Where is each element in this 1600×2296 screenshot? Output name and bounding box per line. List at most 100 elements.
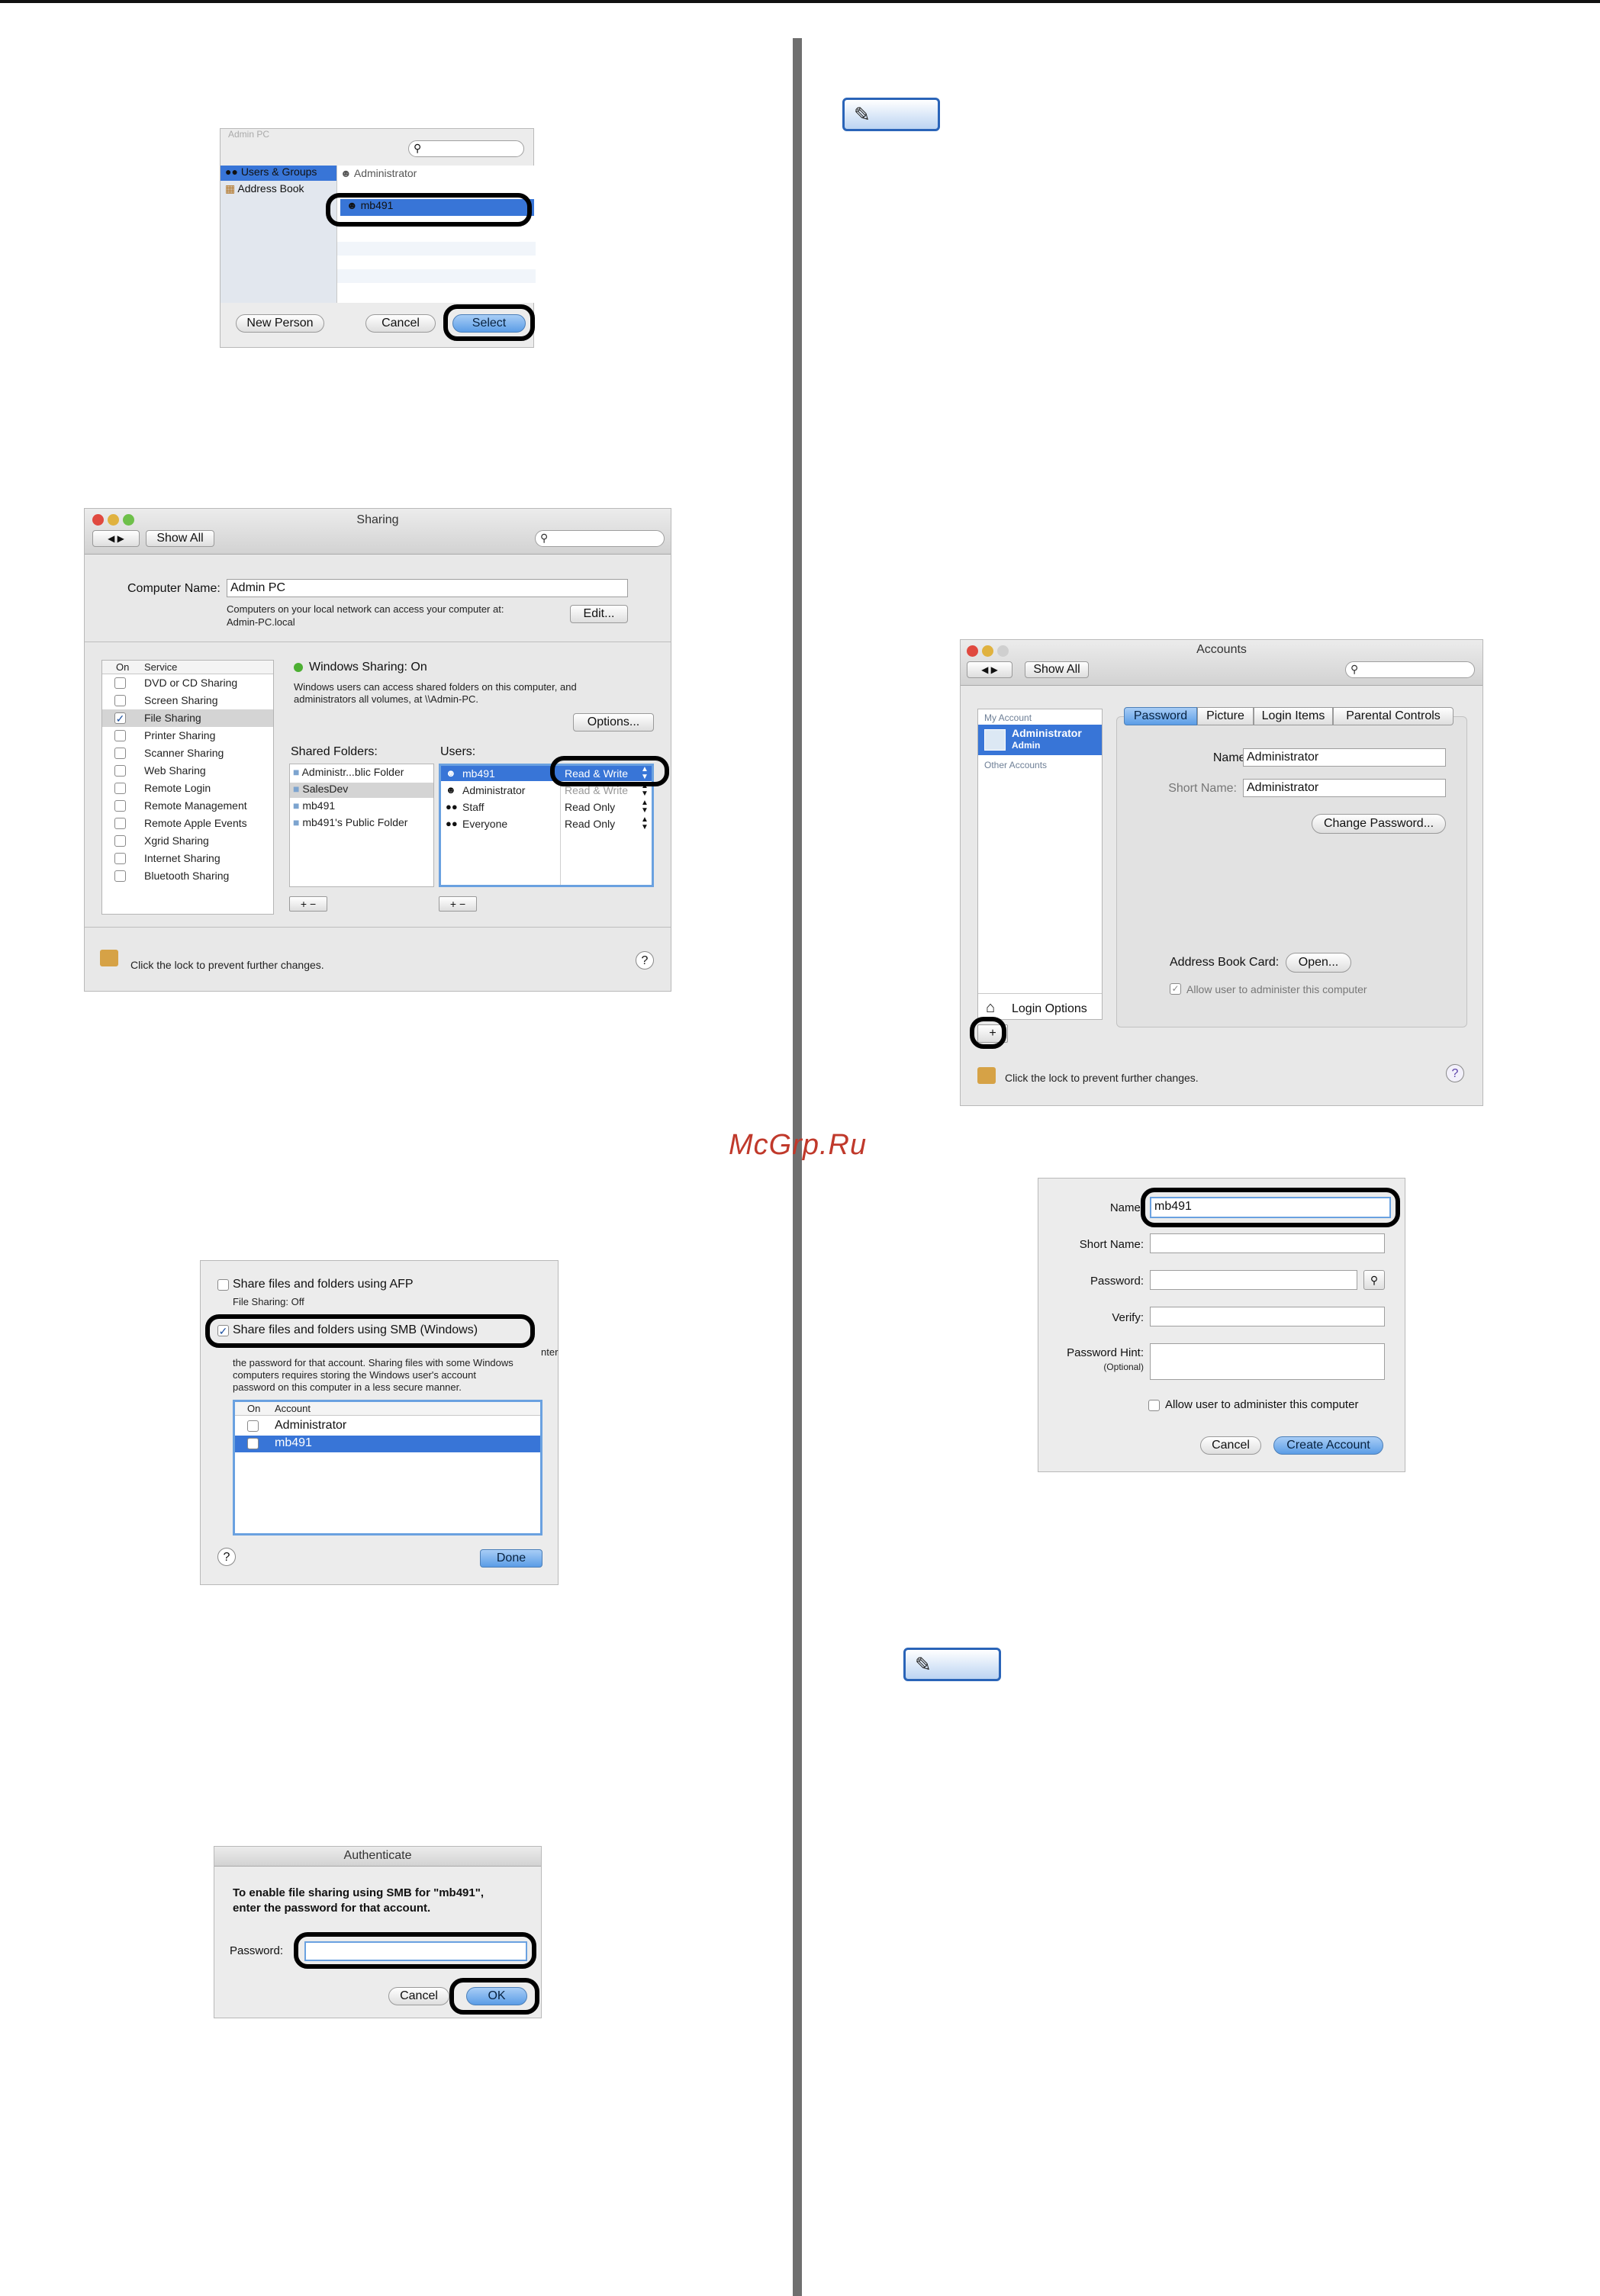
- permission-popup[interactable]: Read Only: [565, 801, 615, 813]
- computer-name-field[interactable]: Admin PC: [227, 579, 628, 597]
- list-item[interactable]: ☻ Administrator: [340, 167, 417, 179]
- list-stripe: [337, 269, 536, 283]
- allow-admin-checkbox[interactable]: ✓: [1170, 983, 1181, 995]
- service-checkbox[interactable]: [114, 748, 126, 759]
- search-input[interactable]: ⚲: [1345, 661, 1475, 678]
- service-row[interactable]: Screen Sharing: [102, 692, 273, 709]
- lock-icon[interactable]: [100, 950, 118, 966]
- service-checkbox[interactable]: [114, 677, 126, 689]
- user-row[interactable]: ●● Everyone Read Only ▲ ▼: [441, 816, 652, 833]
- service-label: Scanner Sharing: [144, 747, 224, 759]
- folder-item-selected[interactable]: ■ SalesDev: [290, 783, 433, 798]
- done-button[interactable]: Done: [480, 1549, 542, 1568]
- cancel-button[interactable]: Cancel: [365, 314, 436, 333]
- folder-item[interactable]: ■ mb491's Public Folder: [293, 816, 407, 828]
- verify-field[interactable]: [1150, 1307, 1385, 1326]
- new-short-name-field[interactable]: [1150, 1233, 1385, 1253]
- lock-icon[interactable]: [977, 1067, 996, 1084]
- back-forward-buttons[interactable]: ◀ ▶: [967, 661, 1012, 678]
- plus-label: +: [300, 898, 307, 910]
- service-checkbox[interactable]: [114, 783, 126, 794]
- account-checkbox[interactable]: [247, 1438, 259, 1449]
- status-note-1: Windows users can access shared folders …: [294, 681, 577, 693]
- tab-login-items[interactable]: Login Items: [1254, 707, 1333, 725]
- options-button[interactable]: Options...: [573, 713, 654, 732]
- user-row[interactable]: ●● Staff Read Only ▲ ▼: [441, 799, 652, 816]
- smb-options-sheet: Share files and folders using AFP File S…: [200, 1260, 559, 1585]
- help-button[interactable]: ?: [636, 951, 654, 970]
- service-row[interactable]: Printer Sharing: [102, 727, 273, 744]
- service-row[interactable]: Remote Apple Events: [102, 815, 273, 832]
- service-checkbox[interactable]: [114, 870, 126, 882]
- service-row[interactable]: Xgrid Sharing: [102, 832, 273, 850]
- account-checkbox[interactable]: [247, 1420, 259, 1432]
- back-forward-buttons[interactable]: ◀ ▶: [92, 530, 140, 547]
- source-item-users-groups[interactable]: ●● Users & Groups: [221, 166, 336, 181]
- cancel-button[interactable]: Cancel: [388, 1987, 449, 2005]
- service-row[interactable]: Internet Sharing: [102, 850, 273, 867]
- folder-item[interactable]: ■ Administr...blic Folder: [293, 766, 404, 778]
- login-options-item[interactable]: Login Options: [1012, 1002, 1087, 1016]
- afp-checkbox[interactable]: [217, 1279, 229, 1291]
- address-book-icon: ▦: [225, 182, 238, 195]
- cancel-button[interactable]: Cancel: [1200, 1436, 1261, 1455]
- show-all-button[interactable]: Show All: [146, 530, 214, 547]
- name-field[interactable]: Administrator: [1243, 748, 1446, 767]
- service-row[interactable]: DVD or CD Sharing: [102, 674, 273, 692]
- short-name-field[interactable]: Administrator: [1243, 779, 1446, 797]
- service-label: DVD or CD Sharing: [144, 677, 238, 689]
- service-row[interactable]: Remote Management: [102, 797, 273, 815]
- service-checkbox[interactable]: [114, 765, 126, 777]
- service-checkbox[interactable]: ✓: [114, 712, 126, 724]
- new-person-button[interactable]: New Person: [236, 314, 324, 333]
- edit-button[interactable]: Edit...: [570, 605, 628, 623]
- permission-popup[interactable]: Read Only: [565, 818, 615, 830]
- show-all-button[interactable]: Show All: [1025, 661, 1089, 678]
- service-label: Internet Sharing: [144, 852, 221, 864]
- service-row[interactable]: Remote Login: [102, 780, 273, 797]
- sharing-window: Sharing ◀ ▶ Show All ⚲ Computer Name: Ad…: [84, 508, 671, 992]
- service-checkbox[interactable]: [114, 818, 126, 829]
- folder-label: Administr...blic Folder: [301, 766, 404, 778]
- tab-password[interactable]: Password: [1124, 707, 1197, 725]
- hint-field[interactable]: [1150, 1343, 1385, 1380]
- service-checkbox[interactable]: [114, 730, 126, 741]
- service-checkbox[interactable]: [114, 853, 126, 864]
- service-checkbox[interactable]: [114, 695, 126, 706]
- account-item-administrator[interactable]: Administrator Admin: [978, 725, 1102, 755]
- pen-icon: ✎: [854, 103, 871, 126]
- change-password-button[interactable]: Change Password...: [1312, 814, 1446, 834]
- service-checkbox[interactable]: [114, 800, 126, 812]
- accounts-window: Accounts ◀ ▶ Show All ⚲ My Account Admin…: [960, 639, 1483, 1106]
- search-input[interactable]: ⚲: [535, 530, 665, 547]
- help-button[interactable]: ?: [1446, 1064, 1464, 1082]
- source-item-address-book[interactable]: ▦ Address Book: [221, 182, 336, 198]
- help-button[interactable]: ?: [217, 1548, 236, 1566]
- col-on-header: On: [116, 661, 130, 673]
- service-row[interactable]: Scanner Sharing: [102, 744, 273, 762]
- create-account-button[interactable]: Create Account: [1273, 1436, 1383, 1455]
- add-user-button[interactable]: + −: [439, 896, 477, 912]
- search-input[interactable]: ⚲: [408, 140, 524, 157]
- key-icon[interactable]: ⚲: [1363, 1270, 1385, 1290]
- service-checkbox[interactable]: [114, 835, 126, 847]
- tab-picture[interactable]: Picture: [1197, 707, 1254, 725]
- add-folder-button[interactable]: + −: [289, 896, 327, 912]
- new-password-field[interactable]: [1150, 1270, 1357, 1290]
- allow-admin-checkbox[interactable]: [1148, 1400, 1160, 1411]
- service-row[interactable]: Bluetooth Sharing: [102, 867, 273, 885]
- avatar: [984, 729, 1006, 751]
- folder-item[interactable]: ■ mb491: [293, 799, 335, 812]
- house-icon: ⌂: [986, 999, 996, 1016]
- service-row[interactable]: Web Sharing: [102, 762, 273, 780]
- auth-titlebar: Authenticate: [214, 1847, 541, 1867]
- service-row[interactable]: ✓ File Sharing: [102, 709, 273, 727]
- hint-optional: (Optional): [1103, 1362, 1144, 1372]
- memo-icon: ✎: [842, 98, 940, 131]
- accounts-titlebar: Accounts ◀ ▶ Show All ⚲: [961, 640, 1482, 686]
- tab-parental-controls[interactable]: Parental Controls: [1333, 707, 1454, 725]
- account-item[interactable]: Administrator: [275, 1419, 346, 1433]
- person-icon: ☻: [446, 767, 456, 779]
- open-button[interactable]: Open...: [1286, 953, 1351, 973]
- shared-folders-label: Shared Folders:: [291, 745, 378, 758]
